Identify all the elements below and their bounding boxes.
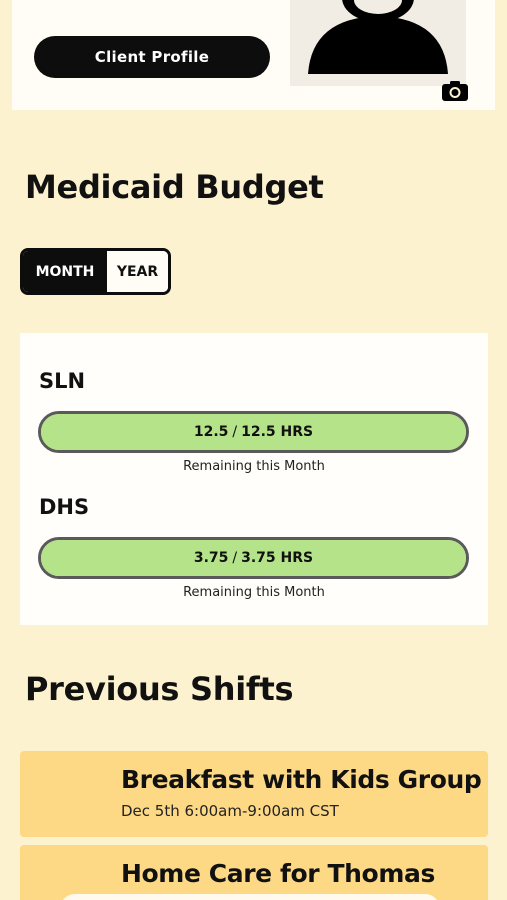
hours-text: 3.75 / 3.75 HRS [41,540,466,576]
hours-progress-bar: 3.75 / 3.75 HRS [38,537,469,579]
hours-used: 12.5 [193,424,229,440]
hours-used: 3.75 [193,550,229,566]
toggle-year[interactable]: YEAR [107,251,168,292]
hours-progress-bar: 12.5 / 12.5 HRS [38,411,469,453]
camera-icon[interactable] [441,80,469,102]
program-dhs: DHS 3.75 / 3.75 HRS Remaining this Month [20,495,488,615]
shift-title: Breakfast with Kids Group [121,765,482,794]
toggle-month[interactable]: MONTH [23,251,107,292]
hours-total: 12.5 HRS [241,424,314,440]
hours-text: 12.5 / 12.5 HRS [41,414,466,450]
program-sln: SLN 12.5 / 12.5 HRS Remaining this Month [20,369,488,489]
budget-card: SLN 12.5 / 12.5 HRS Remaining this Month… [20,333,488,625]
shift-card[interactable]: Breakfast with Kids Group Dec 5th 6:00am… [20,751,488,837]
budget-title: Medicaid Budget [25,168,324,206]
hours-total: 3.75 HRS [241,550,314,566]
remaining-caption: Remaining this Month [183,459,325,474]
avatar[interactable] [290,0,466,86]
remaining-caption: Remaining this Month [183,585,325,600]
program-label: SLN [39,369,86,393]
shift-title: Home Care for Thomas [121,859,435,888]
period-toggle: MONTH YEAR [20,248,171,295]
user-silhouette-icon [308,0,448,74]
previous-shifts-title: Previous Shifts [25,670,294,708]
client-dashboard: Client Profile Medicaid Budget MONTH YEA… [0,0,507,900]
hours-separator: / [232,424,238,440]
shift-time: Dec 5th 6:00am-9:00am CST [121,802,339,820]
program-label: DHS [39,495,90,519]
bottom-overlay-pill [60,894,440,900]
client-profile-button[interactable]: Client Profile [34,36,270,78]
hours-separator: / [232,550,238,566]
shift-card[interactable]: Home Care for Thomas [20,845,488,900]
